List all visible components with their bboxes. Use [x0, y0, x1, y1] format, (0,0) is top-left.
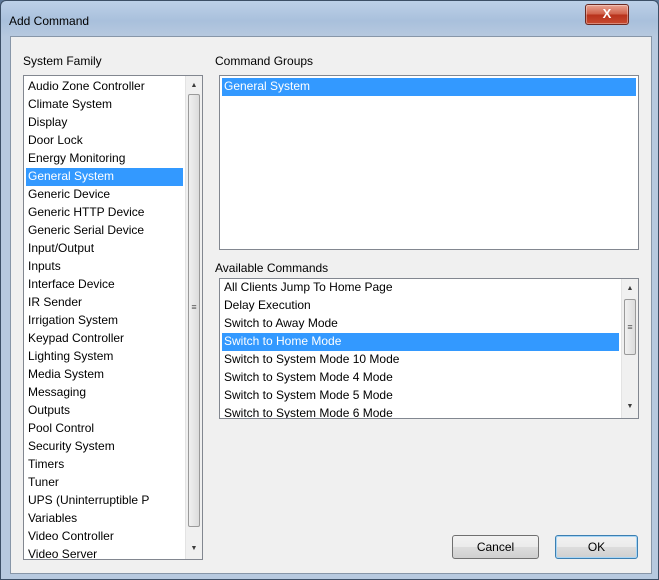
list-item[interactable]: Generic Device [26, 186, 183, 204]
list-item[interactable]: Tuner [26, 474, 183, 492]
list-item[interactable]: Security System [26, 438, 183, 456]
list-item[interactable]: Switch to System Mode 6 Mode [222, 405, 619, 418]
list-item[interactable]: Outputs [26, 402, 183, 420]
list-item[interactable]: Generic Serial Device [26, 222, 183, 240]
list-item[interactable]: Switch to Away Mode [222, 315, 619, 333]
system-family-scrollbar[interactable]: ▲ ≡ ▼ [185, 76, 202, 559]
available-commands-scrollbar[interactable]: ▲ ≡ ▼ [621, 279, 638, 418]
list-item[interactable]: Climate System [26, 96, 183, 114]
list-item[interactable]: Video Controller [26, 528, 183, 546]
list-item[interactable]: Pool Control [26, 420, 183, 438]
command-groups-list[interactable]: General System [219, 75, 639, 250]
system-family-list[interactable]: Audio Zone Controller Climate System Displ… [23, 75, 203, 560]
scroll-grip-icon: ≡ [627, 322, 633, 332]
list-item[interactable]: Display [26, 114, 183, 132]
list-item[interactable]: General System [26, 168, 183, 186]
command-groups-label: Command Groups [215, 54, 314, 68]
list-item[interactable]: Interface Device [26, 276, 183, 294]
down-arrow-icon[interactable]: ▼ [186, 541, 202, 557]
dialog-title: Add Command [9, 14, 90, 28]
list-item[interactable]: Video Server [26, 546, 183, 559]
up-arrow-icon[interactable]: ▲ [622, 281, 638, 297]
list-item[interactable]: Switch to Home Mode [222, 333, 619, 351]
title-bar[interactable]: Add Command X [1, 1, 658, 35]
list-item[interactable]: Irrigation System [26, 312, 183, 330]
list-item[interactable]: Switch to System Mode 4 Mode [222, 369, 619, 387]
system-family-label: System Family [23, 54, 102, 68]
down-arrow-icon[interactable]: ▼ [622, 399, 638, 415]
list-item[interactable]: Messaging [26, 384, 183, 402]
available-commands-label: Available Commands [215, 261, 329, 275]
list-item[interactable]: Door Lock [26, 132, 183, 150]
list-item[interactable]: Switch to System Mode 10 Mode [222, 351, 619, 369]
scroll-thumb[interactable]: ≡ [624, 299, 636, 355]
list-item[interactable]: Media System [26, 366, 183, 384]
list-item[interactable]: Variables [26, 510, 183, 528]
list-item[interactable]: Generic HTTP Device [26, 204, 183, 222]
list-item[interactable]: IR Sender [26, 294, 183, 312]
list-item[interactable]: UPS (Uninterruptible P [26, 492, 183, 510]
scroll-grip-icon: ≡ [191, 302, 197, 312]
list-item[interactable]: Energy Monitoring [26, 150, 183, 168]
list-item[interactable]: Input/Output [26, 240, 183, 258]
close-icon: X [602, 6, 612, 21]
ok-button[interactable]: OK [555, 535, 638, 559]
available-commands-list[interactable]: All Clients Jump To Home Page Delay Execu… [219, 278, 639, 419]
list-item[interactable]: Inputs [26, 258, 183, 276]
list-item[interactable]: All Clients Jump To Home Page [222, 279, 619, 297]
list-item[interactable]: Timers [26, 456, 183, 474]
cancel-button[interactable]: Cancel [452, 535, 539, 559]
close-button[interactable]: X [585, 4, 629, 25]
dialog-body: System Family Audio Zone Controller Clima… [10, 36, 652, 574]
list-item[interactable]: Switch to System Mode 5 Mode [222, 387, 619, 405]
up-arrow-icon[interactable]: ▲ [186, 78, 202, 94]
list-item[interactable]: Delay Execution [222, 297, 619, 315]
add-command-dialog: Add Command X System Family Audio Zone C… [0, 0, 659, 580]
list-item[interactable]: Audio Zone Controller [26, 78, 183, 96]
list-item[interactable]: Lighting System [26, 348, 183, 366]
list-item[interactable]: General System [222, 78, 636, 96]
list-item[interactable]: Keypad Controller [26, 330, 183, 348]
scroll-thumb[interactable]: ≡ [188, 94, 200, 527]
